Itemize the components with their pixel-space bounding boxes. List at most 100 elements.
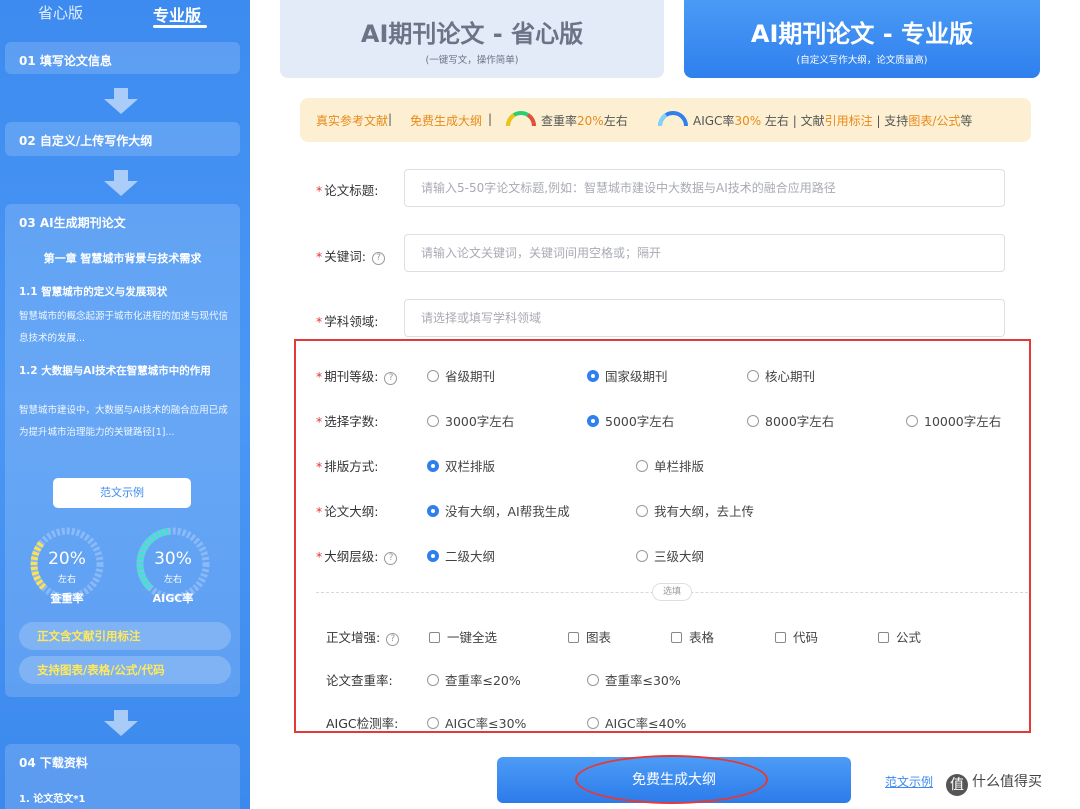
banner-citation: 引用标注 — [824, 114, 873, 128]
radio-outline-ai[interactable]: 没有大纲，AI帮我生成 — [427, 501, 570, 520]
arrow-down-icon — [104, 88, 138, 114]
checkbox-table[interactable]: 表格 — [671, 627, 714, 646]
step-3-title: 03 AI生成期刊论文 — [19, 216, 126, 230]
radio-icon — [427, 415, 439, 427]
step-4: 04 下载资料 1. 论文范文*1 — [5, 744, 240, 809]
banner-sep: | — [388, 112, 393, 126]
sample-link[interactable]: 范文示例 — [885, 773, 933, 790]
banner-aigc-label: AIGC率 — [693, 114, 735, 128]
radio-level-national[interactable]: 国家级期刊 — [587, 366, 668, 385]
radio-outline-level-3[interactable]: 三级大纲 — [636, 546, 704, 565]
gauge-value: 30% — [154, 549, 192, 569]
radio-layout-double[interactable]: 双栏排版 — [427, 456, 495, 475]
arrow-down-icon — [104, 170, 138, 196]
active-tab-indicator — [153, 25, 207, 28]
feature-pill-citation: 正文含文献引用标注 — [19, 622, 231, 650]
gauge-sub: 左右 — [163, 575, 182, 585]
radio-icon — [747, 370, 759, 382]
duplicate-rate-gauge: 20% 左右 查重率 — [29, 526, 105, 606]
step-4-title: 04 下载资料 — [19, 756, 88, 770]
tab-pro-version[interactable]: 专业版 — [153, 2, 201, 26]
banner-support: | 支持 — [872, 114, 909, 128]
radio-icon — [427, 370, 439, 382]
radio-icon — [587, 717, 599, 729]
radio-outline-upload[interactable]: 我有大纲，去上传 — [636, 501, 754, 520]
version-title: AI期刊论文 - 专业版 — [750, 20, 974, 48]
sidebar: 省心版 专业版 01 填写论文信息 02 自定义/上传写作大纲 03 AI生成期… — [0, 0, 250, 809]
sample-section-heading: 1.2 大数据与AI技术在智慧城市中的作用 — [19, 365, 211, 377]
tab-easy-version[interactable]: 省心版 — [38, 2, 83, 23]
radio-aigc-40[interactable]: AIGC率≤40% — [587, 713, 686, 732]
banner-aigc-suffix: 左右 | 文献 — [761, 114, 825, 128]
radio-checked-icon — [427, 505, 439, 517]
field-input[interactable] — [404, 299, 1005, 337]
feature-banner: 真实参考文献 | 免费生成大纲 | 查重率20%左右 AIGC率30% 左右 |… — [300, 98, 1031, 142]
banner-dup-label: 查重率 — [541, 114, 578, 128]
sample-chapter-title: 第一章 智慧城市背景与技术需求 — [43, 252, 202, 265]
help-icon[interactable]: ? — [384, 552, 398, 565]
radio-checked-icon — [587, 415, 599, 427]
pro-version-card[interactable]: AI期刊论文 - 专业版 (自定义写作大纲，论文质量高) — [684, 0, 1040, 78]
checkbox-icon — [568, 632, 579, 643]
optional-tag: 选填 — [652, 583, 692, 601]
sample-example-button[interactable]: 范文示例 — [53, 478, 191, 508]
radio-outline-level-2[interactable]: 二级大纲 — [427, 546, 495, 565]
gauge-label: 查重率 — [50, 592, 84, 605]
banner-dup-value: 20% — [577, 114, 604, 128]
help-icon[interactable]: ? — [384, 372, 398, 385]
annotation-oval — [575, 755, 768, 804]
watermark: 值什么值得买 — [946, 771, 1042, 796]
help-icon[interactable]: ? — [386, 633, 400, 646]
keywords-input[interactable] — [404, 234, 1005, 272]
sample-section-heading: 1.1 智慧城市的定义与发展现状 — [19, 286, 168, 298]
checkbox-code[interactable]: 代码 — [775, 627, 818, 646]
checkbox-icon — [671, 632, 682, 643]
step-3: 03 AI生成期刊论文 第一章 智慧城市背景与技术需求 1.1 智慧城市的定义与… — [5, 204, 240, 697]
gauge-arc-icon — [505, 111, 537, 127]
banner-sep: | — [488, 112, 493, 126]
outline-label: * 论文大纲: — [316, 504, 379, 519]
help-icon[interactable]: ? — [371, 252, 385, 265]
radio-checked-icon — [427, 460, 439, 472]
radio-icon — [427, 674, 439, 686]
title-input[interactable] — [404, 169, 1005, 207]
checkbox-chart[interactable]: 图表 — [568, 627, 611, 646]
step-2-title: 02 自定义/上传写作大纲 — [19, 134, 153, 148]
radio-words-5000[interactable]: 5000字左右 — [587, 411, 674, 430]
banner-etc: 等 — [960, 114, 973, 128]
radio-words-8000[interactable]: 8000字左右 — [747, 411, 834, 430]
smzdm-logo-icon: 值 — [946, 774, 968, 796]
checkbox-icon — [429, 632, 440, 643]
checkbox-formula[interactable]: 公式 — [878, 627, 921, 646]
radio-icon — [636, 505, 648, 517]
step-1-title: 01 填写论文信息 — [19, 54, 112, 68]
banner-aigc-rate: AIGC率30% 左右 | 文献引用标注 | 支持图表/公式等 — [693, 112, 972, 129]
radio-level-core[interactable]: 核心期刊 — [747, 366, 815, 385]
step-4-item: 1. 论文范文*1 — [19, 794, 86, 805]
easy-version-card[interactable]: AI期刊论文 - 省心版 (一键写文，操作简单) — [280, 0, 664, 78]
banner-charts: 图表/公式 — [908, 114, 961, 128]
enhance-label: 正文增强:? — [326, 627, 400, 646]
version-subtitle: (自定义写作大纲，论文质量高) — [796, 55, 928, 66]
level-label: * 期刊等级:? — [316, 366, 398, 385]
checkbox-icon — [878, 632, 889, 643]
radio-icon — [427, 717, 439, 729]
radio-dup-30[interactable]: 查重率≤30% — [587, 670, 681, 689]
gauge-arc-icon — [657, 111, 688, 127]
radio-aigc-30[interactable]: AIGC率≤30% — [427, 713, 526, 732]
checkbox-select-all[interactable]: 一键全选 — [429, 627, 497, 646]
radio-icon — [906, 415, 918, 427]
radio-level-provincial[interactable]: 省级期刊 — [427, 366, 495, 385]
radio-words-3000[interactable]: 3000字左右 — [427, 411, 514, 430]
aigc-rate-gauge: 30% 左右 AIGC率 — [135, 526, 211, 606]
gauge-label: AIGC率 — [152, 592, 194, 605]
radio-words-10000[interactable]: 10000字左右 — [906, 411, 1001, 430]
radio-dup-20[interactable]: 查重率≤20% — [427, 670, 521, 689]
sample-paragraph: 智慧城市建设中，大数据与AI技术的融合应用已成为提升城市治理能力的关键路径[1]… — [19, 405, 228, 438]
words-label: * 选择字数: — [316, 414, 379, 429]
banner-free-outline: 免费生成大纲 — [410, 114, 483, 128]
dup-rate-label: 论文查重率: — [326, 673, 393, 688]
version-title: AI期刊论文 - 省心版 — [360, 20, 584, 48]
radio-layout-single[interactable]: 单栏排版 — [636, 456, 704, 475]
radio-checked-icon — [587, 370, 599, 382]
